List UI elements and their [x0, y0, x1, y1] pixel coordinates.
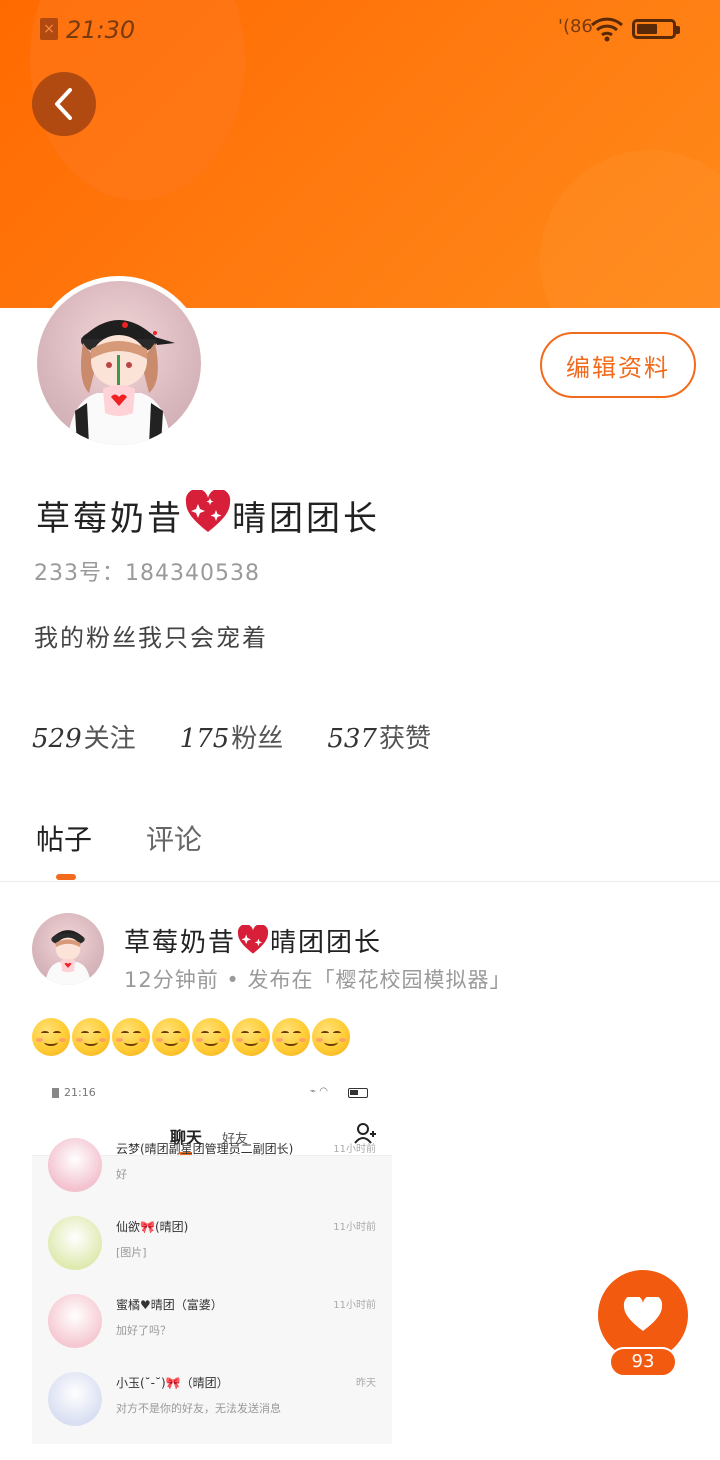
smiling-face-emoji	[112, 1018, 150, 1056]
user-id-line: 233号：184340538	[34, 555, 260, 587]
chat-message: 好	[116, 1168, 127, 1181]
chat-time: 11小时前	[333, 1222, 376, 1233]
battery-icon	[632, 19, 680, 39]
active-tab-indicator	[56, 874, 76, 880]
profile-avatar[interactable]	[32, 276, 206, 450]
smiling-face-emoji	[72, 1018, 110, 1056]
battery-icon	[348, 1088, 368, 1098]
chat-name: 云梦(晴团副星团管理员二副团长)	[116, 1142, 294, 1156]
wifi-icon	[590, 17, 624, 42]
likes-count: 537	[327, 724, 377, 754]
profile-name-part1: 草莓奶昔	[36, 499, 184, 539]
followers-label: 粉丝	[231, 724, 284, 754]
followers-stat[interactable]: 175 粉丝	[180, 718, 284, 755]
chevron-left-icon	[55, 88, 72, 120]
no-sim-icon: ×	[40, 18, 58, 40]
post-author-part2: 晴团团长	[270, 928, 383, 958]
smiling-face-emoji	[152, 1018, 190, 1056]
avatar-illustration	[67, 320, 175, 445]
smiling-face-emoji	[272, 1018, 310, 1056]
followers-count: 175	[179, 724, 230, 754]
like-count-badge: 93	[609, 1347, 677, 1377]
chat-name: 仙欲🎀(晴团)	[116, 1220, 189, 1234]
avatar-illustration-small	[45, 930, 91, 985]
chat-time: 11小时前	[333, 1300, 376, 1311]
post-image-chat-row: 蜜橘♥晴团（富婆） 加好了吗？ 11小时前	[32, 1282, 392, 1360]
post-image[interactable]: 21:16 ⌁ ◠ 聊天 好友 云梦(晴团副星团管理员二副团长) 好 11小时前 仙欲…	[32, 1074, 392, 1444]
chat-name: 蜜橘♥晴团（富婆）	[116, 1298, 223, 1312]
back-button[interactable]	[32, 72, 96, 136]
profile-name-part2: 晴团团长	[232, 499, 380, 539]
smiling-face-emoji	[312, 1018, 350, 1056]
post-author-part1: 草莓奶昔	[124, 928, 237, 958]
chat-message: 对方不是你的好友，无法发送消息	[116, 1402, 281, 1415]
chat-time: 11小时前	[333, 1144, 376, 1155]
chat-message: 加好了吗？	[116, 1324, 171, 1337]
chat-avatar	[48, 1294, 102, 1348]
post-image-time: 21:16	[64, 1086, 96, 1099]
post-image-signal: ⌁ ◠	[310, 1086, 328, 1097]
status-time: 21:30	[66, 16, 136, 44]
profile-bio: 我的粉丝我只会宠着	[34, 624, 268, 652]
post-image-chat-row: 小玉(˘-˘)🎀（晴团） 对方不是你的好友，无法发送消息 昨天	[32, 1360, 392, 1438]
likes-stat[interactable]: 537 获赞	[327, 718, 431, 755]
heart-icon	[623, 1297, 663, 1331]
tab-comments[interactable]: 评论	[146, 818, 202, 858]
chat-time: 昨天	[356, 1378, 376, 1389]
post-content-emojis	[32, 1018, 350, 1056]
sparkling-heart-icon	[185, 490, 231, 532]
post-author-avatar[interactable]	[32, 913, 104, 985]
likes-label: 获赞	[378, 724, 431, 754]
edit-profile-button[interactable]: 编辑资料	[540, 332, 696, 398]
sparkling-heart-icon	[237, 925, 269, 954]
chat-name: 小玉(˘-˘)🎀（晴团）	[116, 1376, 229, 1390]
smiling-face-emoji	[192, 1018, 230, 1056]
signal-indicator: '(86	[558, 16, 593, 37]
smiling-face-emoji	[32, 1018, 70, 1056]
user-id-value: 184340538	[125, 561, 260, 586]
smiling-face-emoji	[232, 1018, 270, 1056]
chat-avatar	[48, 1138, 102, 1192]
tab-posts[interactable]: 帖子	[36, 818, 92, 858]
following-stat[interactable]: 529 关注	[32, 718, 136, 755]
status-bar: × 21:30 '(86	[0, 0, 720, 60]
profile-name: 草莓奶昔 晴团团长	[36, 490, 380, 540]
post-image-chat-row: 仙欲🎀(晴团) [图片] 11小时前	[32, 1204, 392, 1282]
following-label: 关注	[83, 724, 136, 754]
post-image-chat-row: 云梦(晴团副星团管理员二副团长) 好 11小时前	[32, 1126, 392, 1204]
chat-avatar	[48, 1372, 102, 1426]
profile-stats: 529 关注 175 粉丝 537 获赞	[32, 718, 431, 755]
post-meta: 12分钟前 • 发布在「樱花校园模拟器」	[124, 968, 512, 992]
chat-avatar	[48, 1216, 102, 1270]
profile-tabs: 帖子 评论	[0, 800, 720, 882]
following-count: 529	[32, 724, 82, 754]
chat-message: [图片]	[116, 1246, 147, 1259]
user-id-label: 233号：	[34, 561, 125, 586]
no-sim-icon	[52, 1088, 59, 1098]
post-image-status-bar: 21:16 ⌁ ◠	[32, 1074, 392, 1114]
post-author-name[interactable]: 草莓奶昔 晴团团长	[124, 922, 382, 959]
